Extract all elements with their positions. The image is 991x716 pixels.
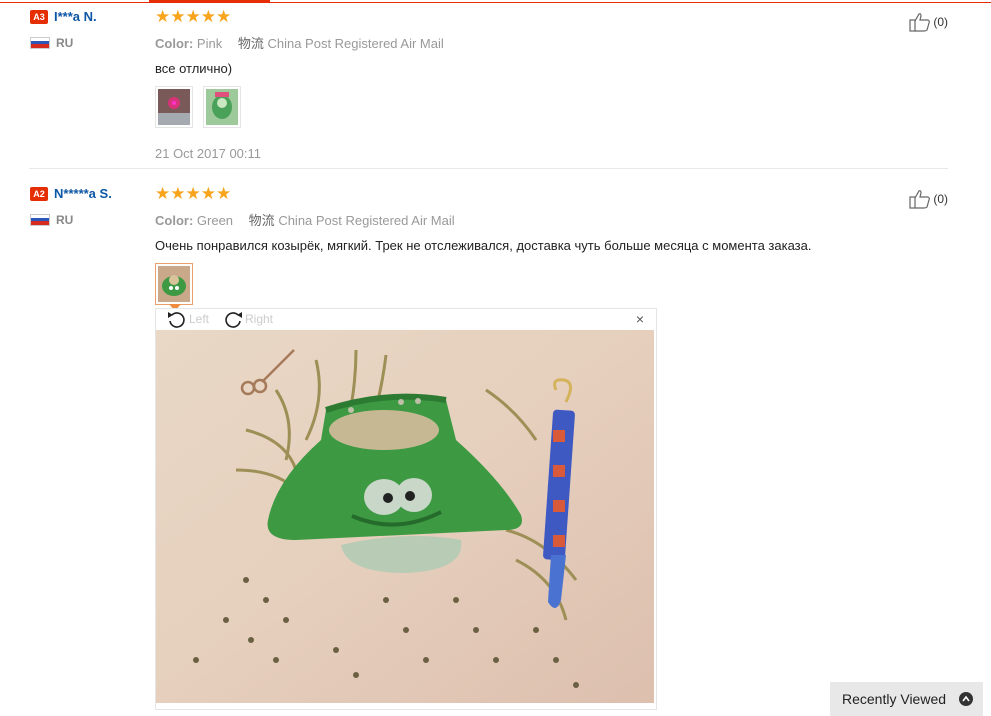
rotate-left-icon — [168, 312, 185, 328]
review-photo-large — [156, 330, 654, 703]
color-value: Green — [196, 213, 234, 228]
review-photo-thumbnail[interactable] — [155, 86, 193, 128]
photo-green-visor-image — [206, 89, 239, 125]
review-item: A3 I***a N. RU ★★★★★ Color: Pink 物流 China… — [0, 8, 991, 168]
review-text: Очень понравился козырёк, мягкий. Трек н… — [155, 238, 812, 253]
buyer-info: A3 I***a N. RU — [30, 8, 97, 50]
review-content: ★★★★★ Color: Green 物流 China Post Registe… — [155, 184, 955, 311]
thumbs-up-icon — [909, 13, 931, 32]
recently-viewed-bar[interactable]: Recently Viewed — [830, 682, 983, 716]
review-photo-thumbnail[interactable] — [203, 86, 242, 128]
shipping-value: China Post Registered Air Mail — [278, 213, 455, 228]
chevron-up-icon — [959, 692, 973, 706]
review-meta: Color: Green 物流 China Post Registered Ai… — [155, 213, 455, 228]
photo-pink-visor-image — [158, 89, 190, 125]
star-rating: ★★★★★ — [155, 184, 232, 203]
color-value: Pink — [196, 36, 223, 51]
helpful-button[interactable]: (0) — [909, 12, 948, 32]
photo-green-visor-image — [158, 266, 190, 302]
review-photo-thumbnail-active[interactable] — [155, 263, 193, 311]
shipping-value: China Post Registered Air Mail — [267, 36, 444, 51]
review-thumbnails — [155, 86, 955, 132]
review-date: 21 Oct 2017 00:11 — [155, 146, 262, 161]
rotate-right-icon — [225, 312, 242, 328]
photo-viewer: Left Right × — [155, 308, 657, 710]
green-frog-visor-photo — [156, 330, 654, 703]
buyer-level-badge: A2 — [30, 186, 48, 201]
review-item: A2 N*****a S. RU ★★★★★ Color: Green 物流 Ch… — [0, 185, 991, 311]
russia-flag-icon — [30, 213, 50, 226]
top-accent — [0, 0, 991, 3]
review-thumbnails — [155, 263, 955, 311]
buyer-country: RU — [30, 34, 73, 52]
close-icon[interactable]: × — [636, 311, 644, 327]
review-content: ★★★★★ Color: Pink 物流 China Post Register… — [155, 8, 955, 161]
buyer-name[interactable]: N*****a S. — [54, 186, 112, 201]
recently-viewed-label: Recently Viewed — [842, 691, 947, 707]
review-meta: Color: Pink 物流 China Post Registered Air… — [155, 36, 444, 51]
thumbs-up-icon — [909, 190, 931, 209]
buyer-level-badge: A3 — [30, 9, 48, 24]
viewer-toolbar: Left Right × — [156, 309, 656, 329]
helpful-button[interactable]: (0) — [909, 189, 948, 209]
review-text: все отлично) — [155, 61, 233, 76]
buyer-country: RU — [30, 211, 73, 229]
shipping-label: 物流 — [237, 36, 264, 51]
star-rating: ★★★★★ — [155, 7, 232, 26]
buyer-info: A2 N*****a S. RU — [30, 185, 112, 227]
russia-flag-icon — [30, 36, 50, 49]
buyer-name[interactable]: I***a N. — [54, 9, 97, 24]
review-divider — [29, 168, 948, 169]
shipping-label: 物流 — [248, 213, 275, 228]
rotate-right-button[interactable]: Right — [222, 309, 273, 329]
rotate-left-button[interactable]: Left — [166, 309, 209, 329]
